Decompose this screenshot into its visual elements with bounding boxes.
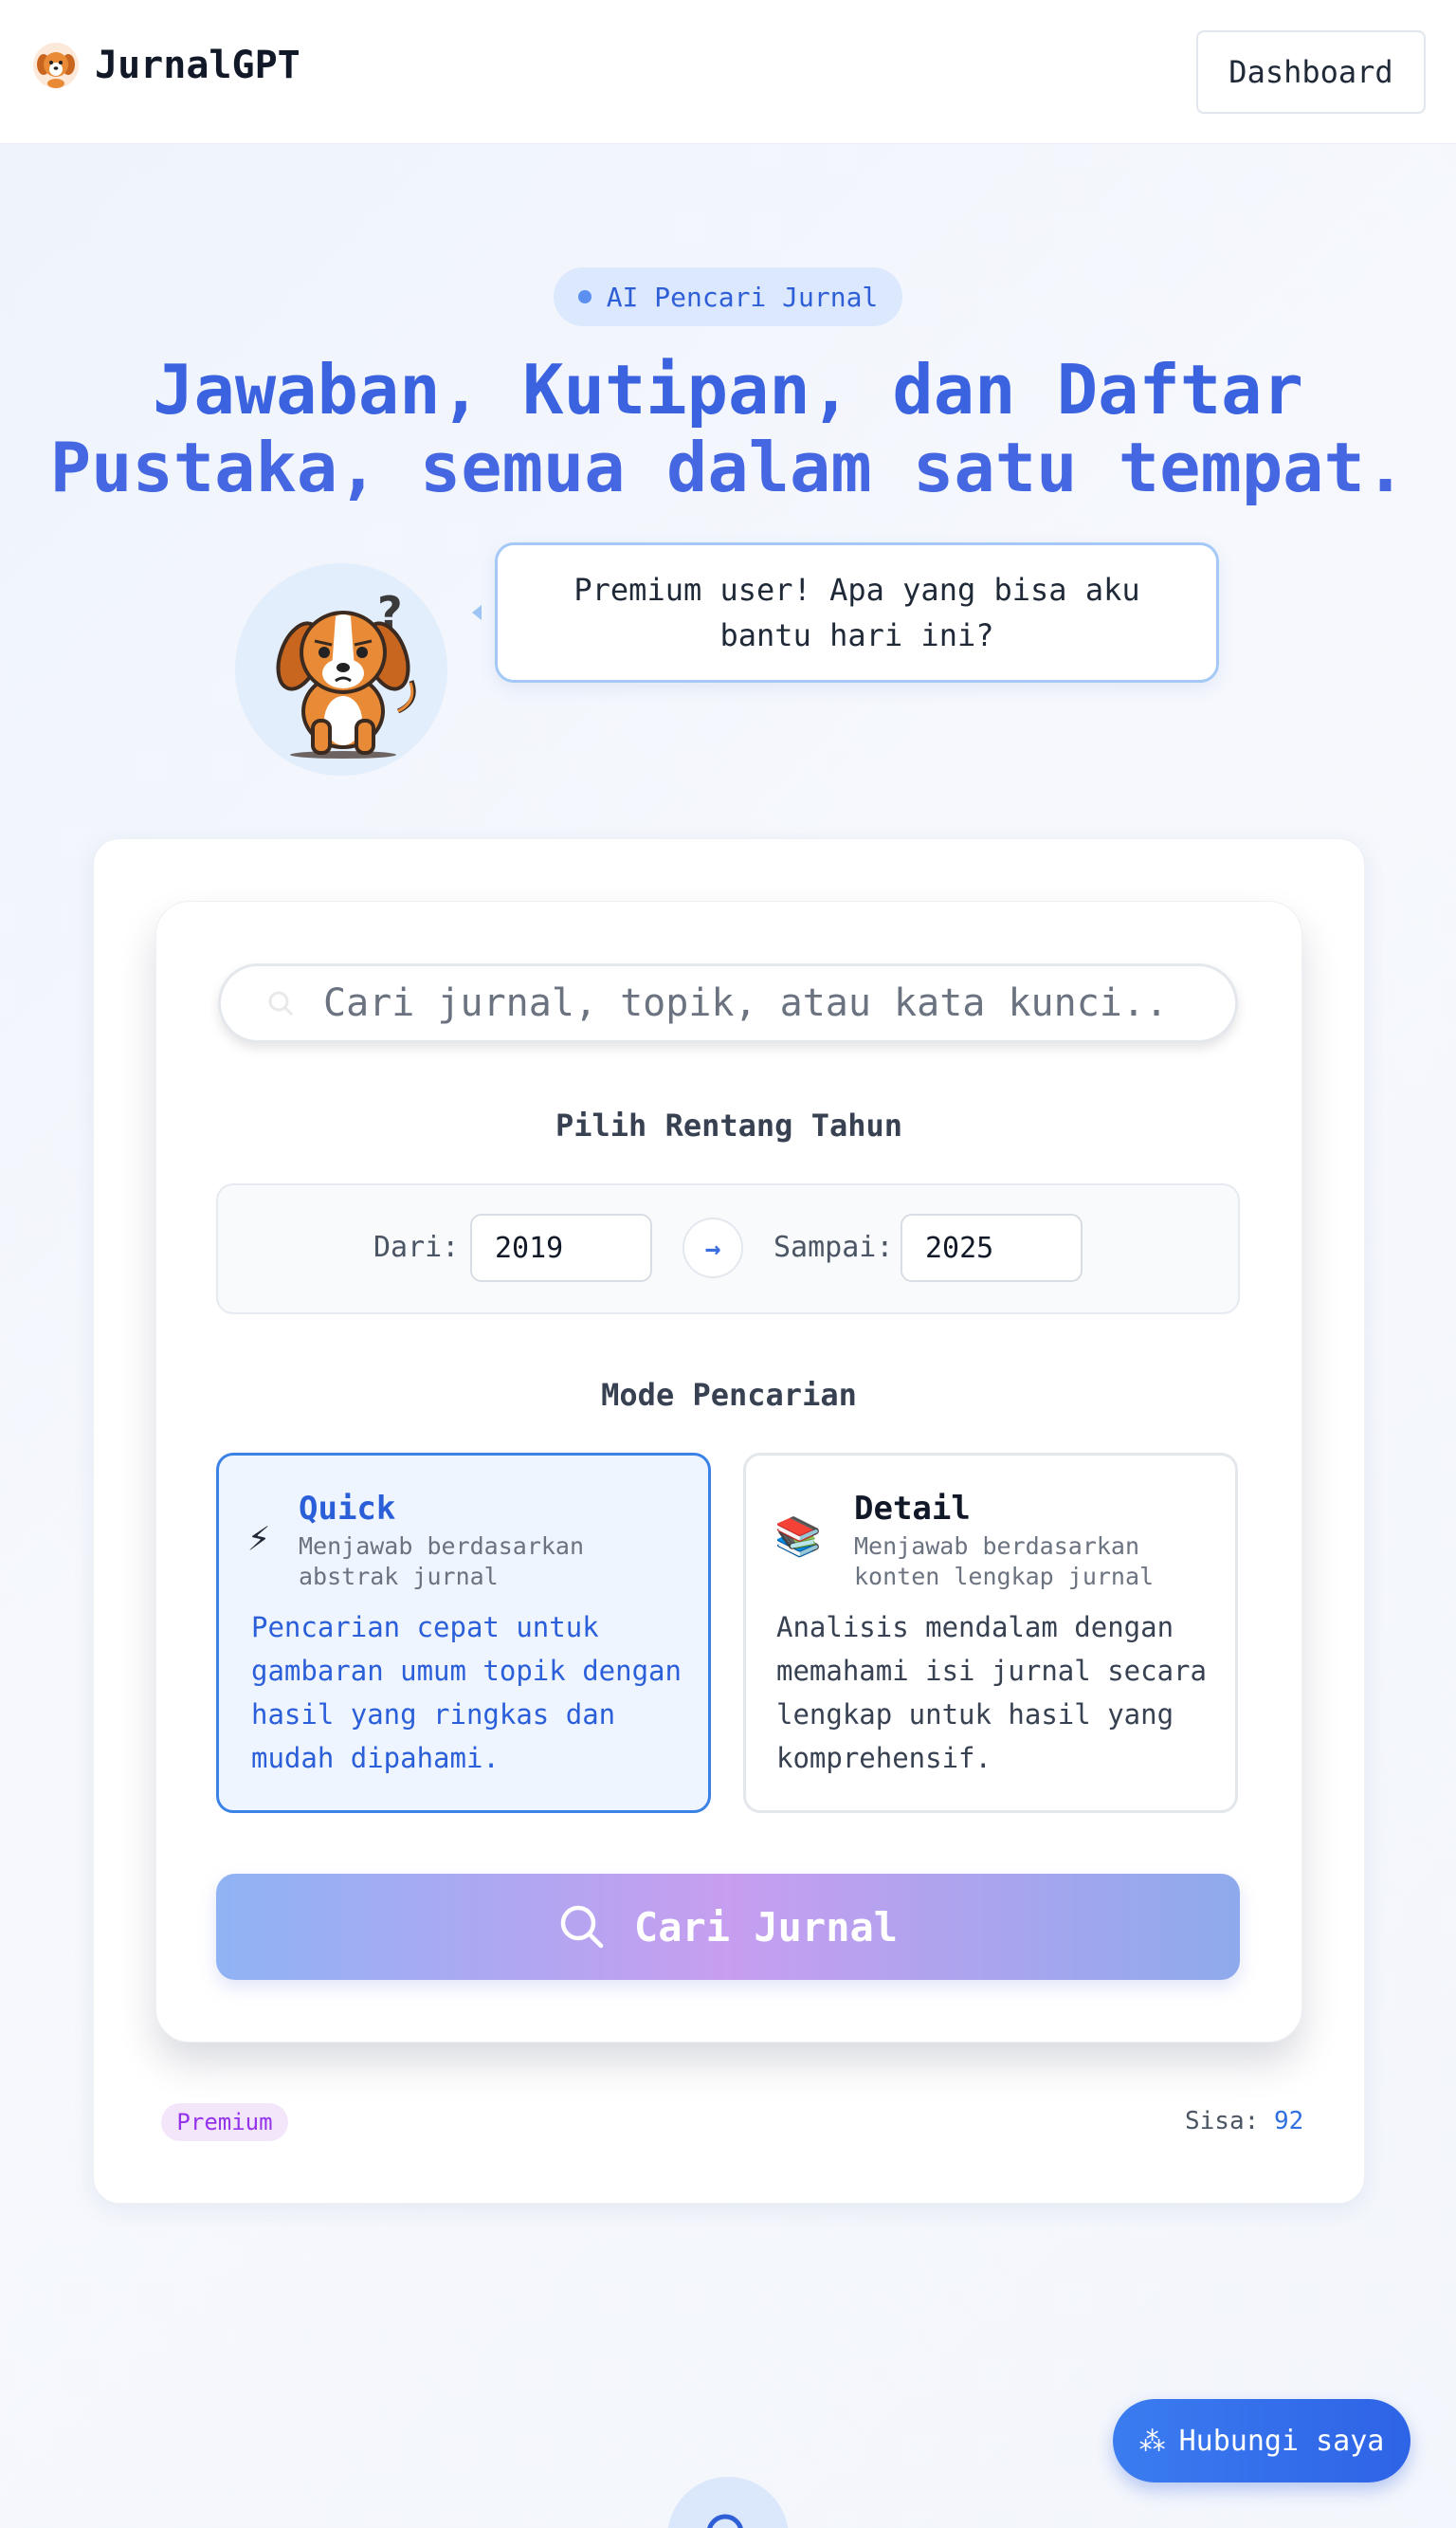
- mode-detail-description: Analisis mendalam dengan memahami isi ju…: [776, 1611, 1207, 1774]
- year-from-input[interactable]: [470, 1214, 652, 1282]
- remaining-label: Sisa:: [1185, 2107, 1260, 2135]
- mode-quick-subtitle: Menjawab berdasarkan abstrak jurnal: [299, 1532, 585, 1590]
- search-icon: [707, 2514, 743, 2528]
- search-button-label: Cari Jurnal: [633, 1903, 899, 1951]
- sparkle-icon: ⁂: [1138, 2425, 1166, 2457]
- remaining-value: 92: [1273, 2107, 1304, 2135]
- remaining-quota: Sisa: 92: [1185, 2107, 1303, 2135]
- hero-title-line2: Pustaka, semua dalam satu tempat.: [49, 428, 1407, 507]
- year-to-input[interactable]: [901, 1214, 1083, 1282]
- bubble-tail: [472, 605, 482, 620]
- scroll-search-button[interactable]: [667, 2477, 789, 2528]
- search-icon: [560, 1905, 604, 1949]
- mode-detail-subtitle: Menjawab berdasarkan konten lengkap jurn…: [854, 1532, 1155, 1590]
- brand-name: JurnalGPT: [95, 44, 300, 87]
- mode-option-detail[interactable]: 📚 Detail Menjawab berdasarkan konten len…: [743, 1453, 1238, 1813]
- contact-label: Hubungi saya: [1178, 2424, 1385, 2458]
- speech-bubble: Premium user! Apa yang bisa aku bantu ha…: [495, 542, 1219, 683]
- top-navbar: JurnalGPT Dashboard: [0, 0, 1456, 144]
- lightning-icon: ⚡: [247, 1516, 271, 1560]
- year-to-label: Sampai:: [774, 1231, 894, 1264]
- mode-heading: Mode Pencarian: [601, 1377, 857, 1413]
- hero-title: Jawaban, Kutipan, dan Daftar Pustaka, se…: [0, 351, 1456, 506]
- year-range-heading: Pilih Rentang Tahun: [555, 1108, 903, 1144]
- contact-button[interactable]: ⁂ Hubungi saya: [1113, 2399, 1410, 2482]
- dog-logo-icon: [33, 43, 79, 88]
- pill-label: AI Pencari Jurnal: [606, 281, 879, 313]
- pill-dot-icon: [577, 290, 592, 303]
- search-journal-button[interactable]: Cari Jurnal: [216, 1874, 1240, 1980]
- mode-option-quick[interactable]: ⚡ Quick Menjawab berdasarkan abstrak jur…: [216, 1453, 711, 1813]
- books-icon: 📚: [774, 1515, 822, 1559]
- mode-quick-title: Quick: [299, 1490, 396, 1528]
- search-bar[interactable]: [218, 963, 1238, 1043]
- search-input[interactable]: [323, 981, 1214, 1025]
- confused-dog-icon: ?: [276, 587, 416, 759]
- mascot-avatar: ?: [235, 563, 447, 776]
- arrow-right-icon: →: [682, 1218, 743, 1278]
- premium-badge: Premium: [161, 2103, 288, 2141]
- search-icon: [268, 991, 294, 1017]
- brand[interactable]: JurnalGPT: [32, 42, 300, 89]
- mode-quick-description: Pencarian cepat untuk gambaran umum topi…: [251, 1611, 682, 1774]
- year-from-label: Dari:: [373, 1231, 460, 1264]
- hero-pill: AI Pencari Jurnal: [554, 267, 902, 326]
- hero-title-line1: Jawaban, Kutipan, dan Daftar: [153, 350, 1303, 430]
- mode-detail-title: Detail: [854, 1490, 971, 1528]
- dashboard-button[interactable]: Dashboard: [1196, 30, 1426, 114]
